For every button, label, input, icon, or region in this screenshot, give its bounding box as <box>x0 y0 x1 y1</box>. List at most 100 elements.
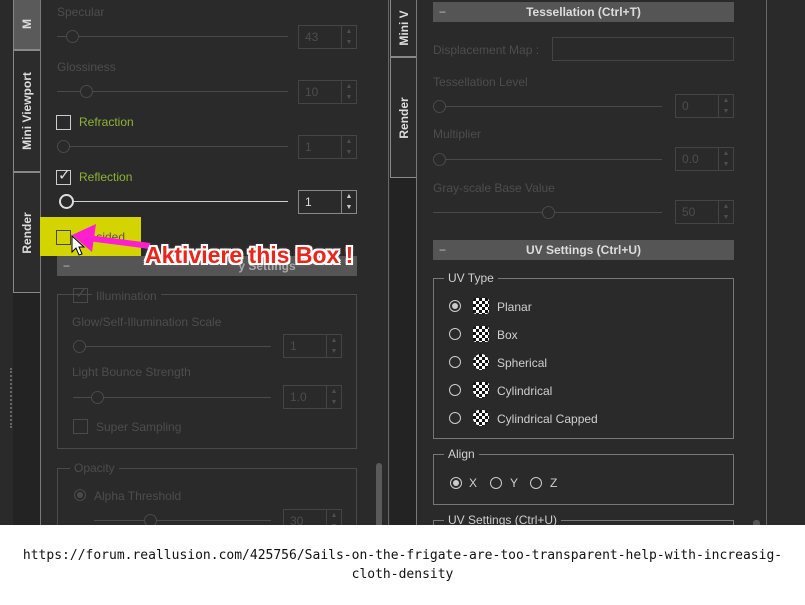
alpha-threshold-radio[interactable] <box>74 489 86 501</box>
uv-type-label: UV Type <box>444 271 498 285</box>
glossiness-label: Glossiness <box>57 60 116 74</box>
multiplier-slider[interactable] <box>433 153 662 166</box>
material-settings-window: M Mini Viewport Render Specular 43 ▲ ▼ Glo… <box>0 0 805 525</box>
align-label: Align <box>444 447 479 461</box>
uv-type-cylindrical-capped-label: Cylindrical Capped <box>497 412 598 426</box>
uv-type-box-label: Box <box>497 328 518 342</box>
alpha-threshold-label: Alpha Threshold <box>94 489 182 503</box>
displacement-map-label: Displacement Map : <box>433 43 540 57</box>
splitter-handle[interactable] <box>10 368 12 428</box>
refraction-spinbox[interactable]: 1 ▲ ▼ <box>298 135 357 159</box>
align-y-label: Y <box>510 476 519 490</box>
uv-type-cylindrical-capped-radio[interactable] <box>449 412 461 424</box>
uv-type-group: UV Type Planar Box Spherical Cylindrical… <box>433 271 734 439</box>
tessellation-level-slider[interactable] <box>433 100 662 113</box>
align-y-radio[interactable] <box>490 477 502 489</box>
spin-arrows-icon[interactable]: ▲▼ <box>718 95 733 117</box>
reflection-spinbox[interactable]: 1 ▲ ▼ <box>298 190 357 214</box>
displacement-map-input[interactable] <box>552 37 734 61</box>
collapse-icon[interactable]: − <box>439 2 446 22</box>
align-z-label: Z <box>550 476 558 490</box>
spin-arrows-icon[interactable]: ▲▼ <box>718 148 733 170</box>
tab-mini-viewport[interactable]: Mini Viewport <box>13 50 40 172</box>
grayscale-label: Gray-scale Base Value <box>433 181 555 195</box>
tab-render[interactable]: Render <box>13 172 40 293</box>
opacity-label: Opacity <box>70 461 119 475</box>
reflection-checkbox[interactable]: ✓ <box>56 167 71 185</box>
illumination-label: Illumination <box>92 289 161 303</box>
left-scrollbar-thumb[interactable] <box>376 463 382 525</box>
align-group: Align X Y Z <box>433 447 734 505</box>
checkmark-icon: ✓ <box>75 285 88 302</box>
glossiness-spinbox[interactable]: 10 ▲ ▼ <box>298 80 357 104</box>
refraction-checkbox[interactable] <box>56 115 71 130</box>
uv-type-planar-radio[interactable] <box>449 300 461 312</box>
right-tab-strip: Mini V Render <box>390 0 417 525</box>
grayscale-spinbox[interactable]: 50 ▲ ▼ <box>675 200 734 224</box>
right-panel-border <box>766 0 767 525</box>
align-x-label: X <box>469 476 478 490</box>
uv-type-planar-label: Planar <box>497 300 532 314</box>
spin-arrows-icon[interactable]: ▲▼ <box>341 81 356 103</box>
multiplier-spinbox[interactable]: 0.0 ▲ ▼ <box>675 147 734 171</box>
specular-slider[interactable] <box>57 30 288 43</box>
spin-arrows-icon[interactable]: ▲▼ <box>326 386 341 408</box>
planar-map-icon <box>473 298 489 314</box>
light-bounce-slider[interactable] <box>73 391 271 404</box>
tessellation-header[interactable]: − Tessellation (Ctrl+T) <box>433 2 734 22</box>
light-bounce-label: Light Bounce Strength <box>72 365 191 379</box>
spherical-map-icon <box>473 354 489 370</box>
spin-arrows-icon[interactable]: ▲▼ <box>326 510 341 525</box>
right-scrollbar-thumb[interactable] <box>753 520 760 525</box>
align-z-radio[interactable] <box>530 477 542 489</box>
panel-divider <box>388 0 389 525</box>
box-map-icon <box>473 326 489 342</box>
tab-mini-viewport-right[interactable]: Mini V <box>390 0 416 57</box>
reflection-slider[interactable] <box>59 194 288 209</box>
collapse-icon[interactable]: − <box>439 240 446 260</box>
refraction-label: Refraction <box>79 115 134 129</box>
left-tab-strip: M Mini Viewport Render <box>13 0 41 525</box>
uv-type-cylindrical-label: Cylindrical <box>497 384 553 398</box>
spin-arrows-icon[interactable]: ▲▼ <box>718 201 733 223</box>
uv-settings-header[interactable]: − UV Settings (Ctrl+U) <box>433 240 734 260</box>
super-sampling-label: Super Sampling <box>96 420 182 434</box>
glow-label: Glow/Self-Illumination Scale <box>72 315 222 329</box>
tessellation-level-label: Tessellation Level <box>433 75 528 89</box>
opacity-group: Opacity Alpha Threshold 30▲▼ <box>57 461 357 525</box>
uv-settings-group-label: UV Settings (Ctrl+U) <box>444 513 562 525</box>
cylindrical-capped-map-icon <box>473 410 489 426</box>
specular-label: Specular <box>57 5 105 19</box>
reflection-label: Reflection <box>79 170 133 184</box>
cylindrical-map-icon <box>473 382 489 398</box>
tab-render-right[interactable]: Render <box>390 57 416 178</box>
spin-arrows-icon[interactable]: ▲▼ <box>341 26 356 48</box>
alpha-threshold-spinbox[interactable]: 30▲▼ <box>283 509 342 525</box>
uv-type-cylindrical-radio[interactable] <box>449 384 461 396</box>
spin-arrows-icon[interactable]: ▲▼ <box>341 136 356 158</box>
light-bounce-spinbox[interactable]: 1.0 ▲ ▼ <box>283 385 342 409</box>
spin-arrows-icon[interactable]: ▲▼ <box>326 335 341 357</box>
glow-slider[interactable] <box>73 340 271 353</box>
multiplier-label: Multiplier <box>433 127 482 141</box>
spin-arrows-icon[interactable]: ▲▼ <box>341 191 356 213</box>
tab-material[interactable]: M <box>13 0 40 50</box>
uv-settings-group: UV Settings (Ctrl+U) <box>433 513 734 525</box>
align-x-radio[interactable] <box>450 477 462 489</box>
uv-type-spherical-radio[interactable] <box>449 356 461 368</box>
checkmark-icon: ✓ <box>58 167 71 184</box>
illumination-group: ✓ Illumination Glow/Self-Illumination Sc… <box>57 285 357 449</box>
specular-spinbox[interactable]: 43 ▲ ▼ <box>298 25 357 49</box>
source-caption: https://forum.reallusion.com/425756/Sail… <box>22 548 783 582</box>
glossiness-slider[interactable] <box>57 85 288 98</box>
uv-type-spherical-label: Spherical <box>497 356 548 370</box>
grayscale-slider[interactable] <box>433 206 662 219</box>
alpha-threshold-slider[interactable] <box>94 514 271 525</box>
refraction-slider[interactable] <box>57 140 288 153</box>
super-sampling-checkbox[interactable] <box>73 419 88 434</box>
illumination-checkbox[interactable]: ✓ <box>73 285 88 303</box>
tessellation-level-spinbox[interactable]: 0 ▲ ▼ <box>675 94 734 118</box>
glow-spinbox[interactable]: 1 ▲ ▼ <box>283 334 342 358</box>
uv-type-box-radio[interactable] <box>449 328 461 340</box>
annotation-text: Aktiviere this Box ! <box>145 242 354 268</box>
